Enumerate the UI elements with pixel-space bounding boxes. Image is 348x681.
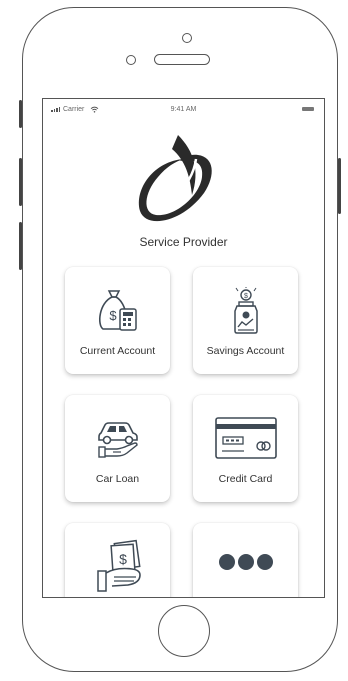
tile-label: Credit Card [218, 473, 273, 485]
home-button[interactable] [158, 605, 210, 657]
tile-savings-account[interactable]: $ Savings Account [193, 267, 298, 374]
hand-cash-icon: $ [96, 539, 141, 592]
tile-label: Current Account [79, 345, 156, 357]
tile-more[interactable] [193, 523, 298, 597]
app-title: Service Provider [139, 235, 228, 249]
svg-text:$: $ [109, 308, 117, 323]
battery-icon [302, 107, 314, 111]
tile-current-account[interactable]: $ Current Account [65, 267, 170, 374]
credit-card-icon [214, 417, 277, 459]
phone-screen: Carrier 9:41 AM Service Provider $ Curre… [42, 98, 325, 598]
volume-down-button [19, 222, 22, 270]
tile-cash[interactable]: $ [65, 523, 170, 597]
volume-up-button [19, 158, 22, 206]
earpiece-speaker [154, 54, 210, 65]
tile-label: Savings Account [206, 345, 285, 357]
status-bar: Carrier 9:41 AM [43, 99, 324, 119]
money-bag-calculator-icon: $ [98, 290, 137, 331]
power-button [338, 158, 341, 214]
savings-jar-icon: $ [233, 287, 258, 334]
proximity-sensor [126, 55, 136, 65]
status-time: 9:41 AM [170, 106, 197, 113]
tile-label: Car Loan [95, 473, 140, 485]
svg-text:$: $ [119, 551, 127, 567]
tile-car-loan[interactable]: Car Loan [65, 395, 170, 502]
mute-switch [19, 100, 22, 128]
app-logo-icon [138, 135, 212, 222]
svg-text:$: $ [244, 293, 248, 300]
tile-credit-card[interactable]: Credit Card [193, 395, 298, 502]
front-camera [182, 33, 192, 43]
car-loan-icon [97, 422, 138, 458]
more-dots-icon [218, 554, 273, 570]
